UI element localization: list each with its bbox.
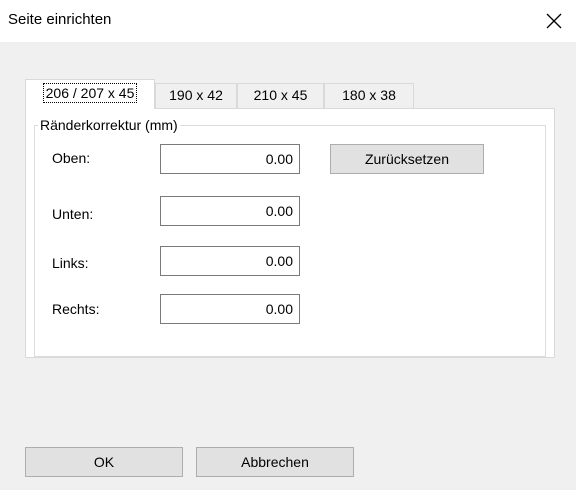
dialog-client-area: 206 / 207 x 45 190 x 42 210 x 45 180 x 3… [0, 42, 576, 490]
window-title: Seite einrichten [8, 11, 112, 28]
tab-label: 210 x 45 [253, 87, 308, 103]
close-button[interactable] [532, 0, 576, 42]
top-margin-input[interactable] [160, 144, 300, 174]
page-setup-dialog: Seite einrichten 206 / 207 x 45 190 x 42… [0, 0, 576, 490]
tab-190x42[interactable]: 190 x 42 [155, 83, 237, 108]
left-margin-label: Links: [52, 255, 89, 271]
tab-label: 180 x 38 [342, 87, 396, 103]
ok-button[interactable]: OK [25, 447, 183, 477]
right-margin-label: Rechts: [52, 301, 100, 317]
tab-label: 190 x 42 [169, 87, 223, 103]
top-margin-label: Oben: [52, 150, 91, 166]
tab-180x38[interactable]: 180 x 38 [324, 83, 414, 108]
cancel-button[interactable]: Abbrechen [196, 447, 354, 477]
title-bar: Seite einrichten [0, 0, 576, 42]
close-icon [546, 13, 562, 29]
left-margin-input[interactable] [160, 246, 300, 276]
margins-group-label: Ränderkorrektur (mm) [38, 117, 180, 133]
tab-label: 206 / 207 x 45 [42, 83, 138, 103]
right-margin-input[interactable] [160, 294, 300, 324]
bottom-margin-input[interactable] [160, 196, 300, 226]
reset-button[interactable]: Zurücksetzen [330, 144, 484, 174]
tab-210x45[interactable]: 210 x 45 [237, 83, 324, 108]
bottom-margin-label: Unten: [52, 206, 94, 222]
tab-206-207x45[interactable]: 206 / 207 x 45 [25, 79, 155, 109]
